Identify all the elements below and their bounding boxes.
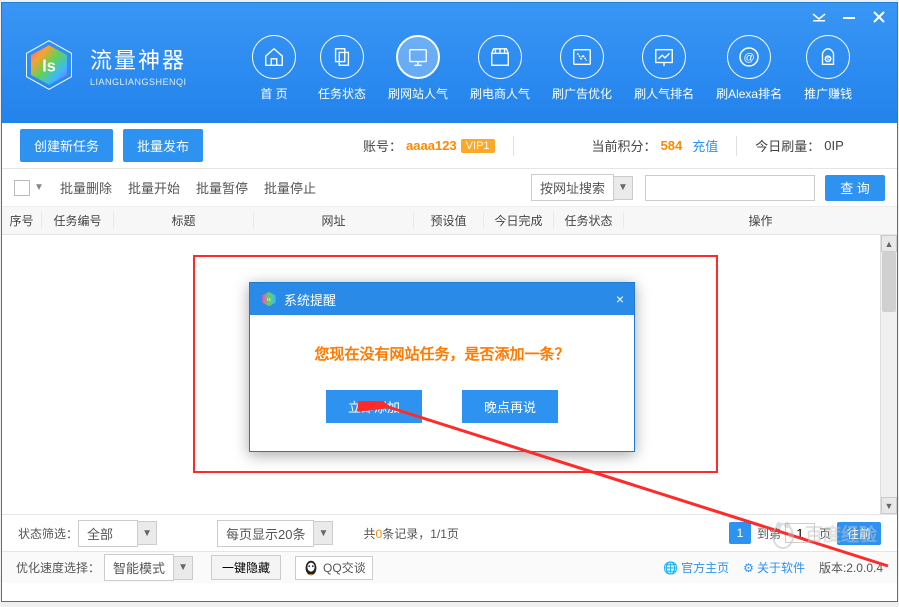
nav-task-status[interactable]: 任务状态 [318, 35, 366, 102]
today-label: 今日刷量： [755, 136, 820, 155]
qq-icon [302, 559, 320, 577]
points-label: 当前积分： [592, 136, 657, 155]
nav-ecommerce[interactable]: 刷电商人气 [470, 35, 530, 102]
scroll-down-icon[interactable]: ▼ [881, 497, 897, 514]
speed-mode-select[interactable]: 智能模式 [104, 554, 174, 581]
dialog-title: 系统提醒 [284, 290, 336, 309]
close-icon[interactable] [871, 9, 887, 25]
status-filter-arrow-icon[interactable]: ▼ [137, 521, 157, 545]
col-url: 网址 [254, 212, 414, 229]
gear-icon: ⚙ [743, 561, 754, 575]
action-bar: ▼ 批量删除 批量开始 批量暂停 批量停止 按网址搜索 ▼ 查 询 [2, 169, 897, 207]
app-header: ls 流量神器 LIANGLIANGSHENQI 首 页 任务状态 刷网站人气 … [2, 3, 897, 123]
nav-alexa-rank[interactable]: @刷Alexa排名 [716, 35, 782, 102]
hide-button[interactable]: 一键隐藏 [211, 555, 281, 580]
minimize-icon[interactable] [841, 9, 857, 25]
svg-text:ls: ls [267, 297, 271, 303]
search-type-arrow-icon[interactable]: ▼ [613, 176, 633, 200]
dialog-logo-icon: ls [260, 290, 278, 308]
status-filter-label: 状态筛选： [18, 525, 78, 542]
svg-text:ls: ls [42, 57, 56, 75]
table-header: 序号 任务编号 标题 网址 预设值 今日完成 任务状态 操作 [2, 207, 897, 235]
search-input[interactable] [645, 175, 815, 201]
brand-subtitle: LIANGLIANGSHENQI [90, 77, 187, 87]
nav-website-traffic[interactable]: 刷网站人气 [388, 35, 448, 102]
toolbar: 创建新任务 批量发布 账号： aaaa123 VIP1 当前积分： 584 充值… [2, 123, 897, 169]
globe-icon: 🌐 [663, 561, 678, 575]
col-preset: 预设值 [414, 212, 484, 229]
status-filter-select[interactable]: 全部 [78, 520, 138, 547]
watermark: 百度经验 [761, 513, 891, 559]
col-operation: 操作 [624, 212, 897, 229]
batch-publish-button[interactable]: 批量发布 [123, 129, 203, 162]
search-type-select[interactable]: 按网址搜索 [531, 174, 614, 201]
dialog-message: 您现在没有网站任务，是否添加一条？ [270, 343, 614, 364]
official-home-link[interactable]: 🌐官方主页 [663, 559, 729, 576]
version-value: 2.0.0.4 [846, 561, 883, 575]
scroll-thumb[interactable] [882, 252, 896, 312]
dialog-cancel-button[interactable]: 晚点再说 [462, 390, 558, 423]
new-task-button[interactable]: 创建新任务 [20, 129, 113, 162]
today-value: 0IP [824, 138, 844, 153]
version-label: 版本: [819, 559, 846, 576]
recharge-link[interactable]: 充值 [692, 136, 718, 155]
scroll-up-icon[interactable]: ▲ [881, 235, 897, 252]
about-link[interactable]: ⚙关于软件 [743, 559, 805, 576]
col-sn: 序号 [2, 212, 42, 229]
batch-start-link[interactable]: 批量开始 [128, 178, 180, 197]
col-id: 任务编号 [42, 212, 114, 229]
points-value: 584 [661, 138, 683, 153]
search-button[interactable]: 查 询 [825, 175, 885, 201]
col-status: 任务状态 [554, 212, 624, 229]
svg-text:$: $ [826, 57, 830, 64]
vertical-scrollbar[interactable]: ▲ ▼ [880, 235, 897, 514]
col-title: 标题 [114, 212, 254, 229]
nav-home[interactable]: 首 页 [252, 35, 296, 102]
dialog-confirm-button[interactable]: 立即添加 [326, 390, 422, 423]
nav-earn-money[interactable]: $推广赚钱 [804, 35, 852, 102]
menu-icon[interactable] [811, 9, 827, 25]
total-records: 共0条记录，1/1页 [363, 525, 458, 542]
svg-text:百度经验: 百度经验 [805, 524, 878, 545]
account-name: aaaa123 [406, 138, 457, 153]
batch-delete-link[interactable]: 批量删除 [60, 178, 112, 197]
nav-popularity-rank[interactable]: 刷人气排名 [634, 35, 694, 102]
col-today: 今日完成 [484, 212, 554, 229]
account-label: 账号： [363, 136, 402, 155]
speed-label: 优化速度选择： [16, 559, 100, 576]
select-dropdown-icon[interactable]: ▼ [34, 182, 44, 193]
page-current[interactable]: 1 [729, 522, 751, 544]
dialog-close-icon[interactable]: × [616, 291, 624, 307]
system-dialog: ls 系统提醒 × 您现在没有网站任务，是否添加一条？ 立即添加 晚点再说 [249, 282, 635, 452]
select-all-checkbox[interactable] [14, 180, 30, 196]
batch-pause-link[interactable]: 批量暂停 [196, 178, 248, 197]
batch-stop-link[interactable]: 批量停止 [264, 178, 316, 197]
per-page-arrow-icon[interactable]: ▼ [313, 521, 333, 545]
main-nav: 首 页 任务状态 刷网站人气 刷电商人气 刷广告优化 刷人气排名 @刷Alexa… [252, 35, 852, 102]
brand-title: 流量神器 [90, 43, 187, 75]
nav-ad-optimize[interactable]: 刷广告优化 [552, 35, 612, 102]
per-page-select[interactable]: 每页显示20条 [217, 520, 314, 547]
qq-chat-link[interactable]: QQ交谈 [295, 556, 373, 580]
speed-mode-arrow-icon[interactable]: ▼ [173, 556, 193, 580]
vip-badge: VIP1 [461, 139, 495, 153]
svg-text:@: @ [744, 52, 755, 64]
app-logo: ls 流量神器 LIANGLIANGSHENQI [22, 38, 187, 92]
